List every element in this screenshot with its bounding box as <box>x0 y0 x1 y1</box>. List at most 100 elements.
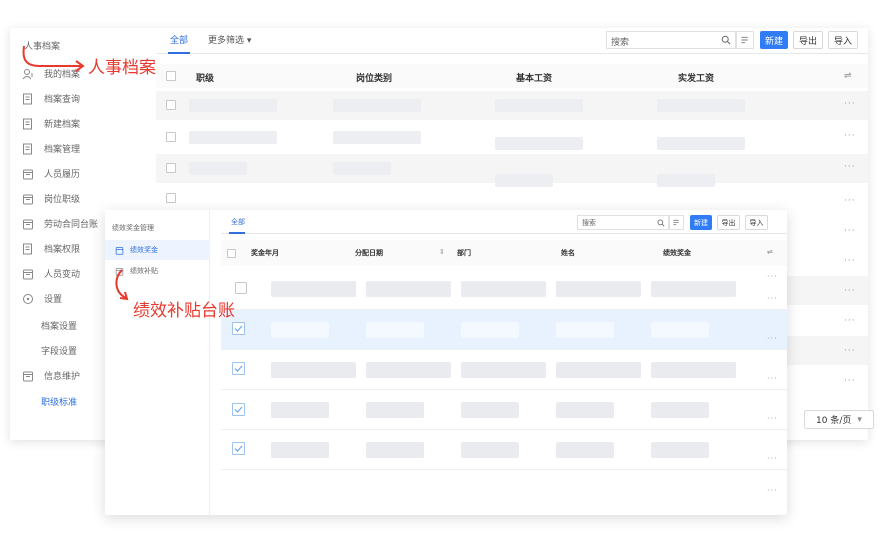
table-row[interactable]: ··· <box>156 91 868 120</box>
export-button[interactable]: 导出 <box>717 215 740 230</box>
row-checkbox[interactable] <box>166 132 176 142</box>
calendar-icon <box>22 193 34 205</box>
row-action-button[interactable]: ··· <box>844 162 856 172</box>
cell-placeholder <box>366 402 424 418</box>
check-icon <box>234 325 243 332</box>
cell-placeholder <box>366 281 451 297</box>
row-action-button[interactable]: ··· <box>767 294 778 303</box>
cell-placeholder <box>657 137 745 150</box>
sidebar-item-label: 字段设置 <box>41 347 78 357</box>
settings-circle-icon <box>22 293 34 305</box>
row-action-button[interactable]: ··· <box>767 486 778 495</box>
filter-icon <box>741 36 748 44</box>
more-filters-button[interactable]: 更多筛选 ▾ <box>208 33 251 46</box>
front-breadcrumb: 绩效奖金管理 <box>112 224 154 232</box>
column-header-rank: 职级 <box>196 74 215 84</box>
row-action-button[interactable]: ··· <box>844 346 856 356</box>
row-checkbox-checked[interactable] <box>232 403 245 416</box>
column-settings-icon[interactable]: ⇌ <box>844 71 852 81</box>
sidebar-item-label: 劳动合同台账 <box>44 220 99 230</box>
table-row[interactable]: ··· <box>221 430 787 470</box>
sidebar-item-resume[interactable]: 人员履历 <box>10 161 150 186</box>
search-placeholder: 搜索 <box>582 219 596 227</box>
column-header-net-salary: 实发工资 <box>678 74 715 84</box>
page-size-select[interactable]: 10 条/页 ▾ <box>804 410 874 429</box>
row-action-button[interactable]: ··· <box>767 454 778 463</box>
calendar-icon <box>22 218 34 230</box>
cell-placeholder <box>556 402 614 418</box>
row-action-button[interactable]: ··· <box>767 414 778 423</box>
sidebar-item-position-rank[interactable]: 岗位职级 <box>10 186 150 211</box>
performance-bonus-window: 绩效奖金管理 绩效奖金 绩效补贴 全部 搜索 新建 导出 导入 奖金年月 分配日… <box>105 210 787 515</box>
row-action-button[interactable]: ··· <box>767 374 778 383</box>
row-action-button[interactable]: ··· <box>844 226 856 236</box>
tab-all[interactable]: 全部 <box>231 217 245 227</box>
cell-placeholder <box>271 281 356 297</box>
sidebar-item-archive-manage[interactable]: 档案管理 <box>10 136 150 161</box>
tab-all[interactable]: 全部 <box>170 33 188 46</box>
new-button[interactable]: 新建 <box>690 215 712 230</box>
sidebar-item-new-archive[interactable]: 新建档案 <box>10 111 150 136</box>
cell-placeholder <box>495 137 583 150</box>
annotation-arrow-hr <box>22 45 85 72</box>
row-checkbox[interactable] <box>166 100 176 110</box>
row-action-button[interactable]: ··· <box>844 316 856 326</box>
row-checkbox[interactable] <box>166 163 176 173</box>
cell-placeholder <box>556 362 641 378</box>
row-action-button[interactable]: ··· <box>844 196 856 206</box>
cell-placeholder <box>461 362 546 378</box>
sort-icon[interactable]: ⇕ <box>439 248 445 256</box>
filter-button[interactable] <box>669 215 684 230</box>
table-row-selected[interactable]: ··· <box>221 310 787 350</box>
sidebar-item-archive-query[interactable]: 档案查询 <box>10 86 150 111</box>
import-button[interactable]: 导入 <box>828 31 858 49</box>
row-checkbox[interactable] <box>166 193 176 203</box>
annotation-hr-archive: 人事档案 <box>88 58 156 78</box>
row-action-button[interactable]: ··· <box>844 256 856 266</box>
search-icon[interactable] <box>721 35 731 45</box>
sidebar-item-label: 绩效补贴 <box>130 267 158 275</box>
export-button[interactable]: 导出 <box>793 31 823 49</box>
table-row[interactable]: ··· <box>221 270 787 310</box>
row-action-button[interactable]: ··· <box>767 334 778 343</box>
row-checkbox-checked[interactable] <box>232 362 245 375</box>
cell-placeholder <box>461 281 546 297</box>
sidebar-item-label: 新建档案 <box>44 120 81 130</box>
cell-placeholder <box>651 442 709 458</box>
column-header-allocation-date: 分配日期 <box>355 249 383 257</box>
row-checkbox-checked[interactable] <box>232 322 245 335</box>
cell-placeholder <box>271 322 329 338</box>
table-row[interactable]: ··· <box>156 154 868 187</box>
front-sidebar: 绩效奖金管理 绩效奖金 绩效补贴 <box>105 210 210 515</box>
tab-active-indicator <box>229 232 245 234</box>
table-row[interactable]: ··· <box>221 350 787 390</box>
front-tab-bar: 全部 搜索 新建 导出 导入 <box>221 210 787 234</box>
select-all-checkbox[interactable] <box>166 71 176 81</box>
column-settings-icon[interactable]: ⇌ <box>767 248 773 256</box>
search-input[interactable]: 搜索 <box>577 215 669 230</box>
check-icon <box>234 406 243 413</box>
sidebar-item-label: 档案设置 <box>41 322 78 332</box>
table-row[interactable]: ··· <box>221 390 787 430</box>
search-input[interactable]: 搜索 <box>606 31 736 49</box>
select-all-checkbox[interactable] <box>227 249 236 258</box>
cell-placeholder <box>333 99 421 112</box>
row-action-button[interactable]: ··· <box>844 131 856 141</box>
new-button[interactable]: 新建 <box>760 31 788 49</box>
cell-placeholder <box>333 131 421 144</box>
sidebar-item-performance-bonus[interactable]: 绩效奖金 <box>105 240 210 260</box>
row-action-button[interactable]: ··· <box>844 286 856 296</box>
cell-placeholder <box>556 322 614 338</box>
table-row[interactable]: ··· <box>156 123 868 152</box>
table-row[interactable]: ··· <box>221 472 787 512</box>
row-checkbox-checked[interactable] <box>232 442 245 455</box>
check-icon <box>234 445 243 452</box>
filter-button[interactable] <box>736 31 754 49</box>
import-button[interactable]: 导入 <box>745 215 768 230</box>
row-action-button[interactable]: ··· <box>844 376 856 386</box>
row-checkbox[interactable] <box>235 282 247 294</box>
row-action-button[interactable]: ··· <box>844 99 856 109</box>
sidebar-item-label: 设置 <box>44 295 63 305</box>
table-row[interactable]: ··· <box>156 184 868 213</box>
search-icon[interactable] <box>657 219 665 227</box>
